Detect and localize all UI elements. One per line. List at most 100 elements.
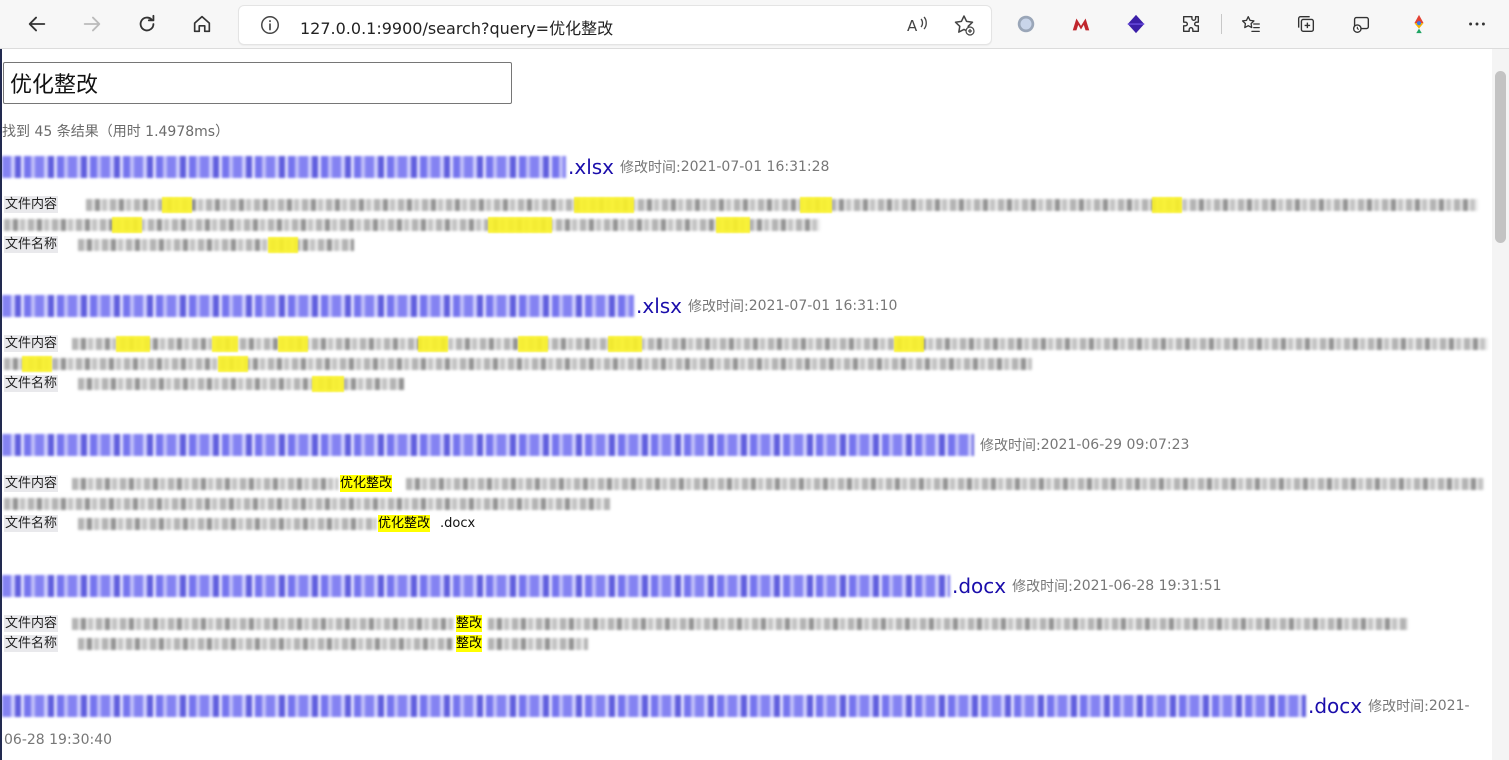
highlight <box>518 336 548 352</box>
redacted-title[interactable] <box>2 295 634 317</box>
result-item: 修改时间:2021-06-29 09:07:23 文件内容 优化整改 文件名称 … <box>2 434 1492 534</box>
content-row-2 <box>2 354 1492 374</box>
svg-text:A: A <box>907 17 918 35</box>
redacted-content <box>406 478 1484 490</box>
highlight <box>112 217 142 233</box>
extension-m-button[interactable] <box>1067 10 1095 38</box>
content-row: 文件内容 <box>2 195 1492 215</box>
highlight <box>116 336 150 352</box>
search-input[interactable] <box>3 62 512 104</box>
puzzle-icon <box>1182 15 1200 33</box>
filename-label: 文件名称 <box>4 515 59 532</box>
content-highlight: 优化整改 <box>340 475 393 492</box>
page-content: 找到 45 条结果（用时 1.4978ms） .xlsx修改时间:2021-07… <box>0 49 1492 760</box>
result-title[interactable]: 修改时间:2021-06-29 09:07:23 <box>2 434 1492 464</box>
filename-row: 文件名称 优化整改 .docx <box>2 514 1492 534</box>
content-highlight: 整改 <box>456 615 483 632</box>
redacted-filename <box>78 239 354 251</box>
scroll-thumb[interactable] <box>1495 71 1506 243</box>
mtime-label: 修改时间: <box>620 160 681 176</box>
highlight <box>218 356 248 372</box>
mtime-value: 2021-07-01 16:31:28 <box>680 159 830 175</box>
highlight <box>162 197 192 213</box>
address-url[interactable]: 127.0.0.1:9900/search?query=优化整改 <box>300 15 613 39</box>
result-item: .docx 修改时间:2021- 06-28 19:30:40 <box>2 694 1492 748</box>
result-title-ext[interactable]: .docx <box>952 574 1006 598</box>
result-item: .xlsx 修改时间:2021-07-01 16:31:10 文件内容 文件名称 <box>2 294 1492 394</box>
filename-row: 文件名称 <box>2 374 1492 394</box>
result-title[interactable]: .docx 修改时间:2021- <box>2 694 1492 724</box>
back-button[interactable] <box>20 8 54 40</box>
read-aloud-icon[interactable]: A <box>905 13 929 37</box>
profile-logo-icon <box>1414 14 1424 34</box>
filename-highlight: 整改 <box>456 635 483 652</box>
refresh-button[interactable] <box>130 8 164 40</box>
redacted-filename <box>78 638 454 650</box>
highlight <box>268 237 298 253</box>
highlight <box>418 336 448 352</box>
mtime-value: 2021-07-01 16:31:10 <box>748 298 898 314</box>
result-stats: 找到 45 条结果（用时 1.4978ms） <box>2 124 230 140</box>
redacted-content <box>488 618 1408 630</box>
filename-row: 文件名称 <box>2 235 1492 255</box>
highlight <box>716 217 750 233</box>
highlight <box>894 336 924 352</box>
filename-label: 文件名称 <box>4 236 59 253</box>
highlight <box>22 356 52 372</box>
content-label: 文件内容 <box>4 335 59 352</box>
home-button[interactable] <box>185 8 219 40</box>
redacted-title[interactable] <box>2 156 566 178</box>
result-title[interactable]: .docx 修改时间:2021-06-28 19:31:51 <box>2 574 1492 604</box>
browser-toolbar: 127.0.0.1:9900/search?query=优化整改 A <box>0 0 1509 49</box>
extension-circle-button[interactable] <box>1012 10 1040 38</box>
mtime-label: 修改时间: <box>1012 579 1073 595</box>
redacted-content <box>86 199 1478 211</box>
redacted-filename <box>488 638 588 650</box>
extension-diamond-button[interactable] <box>1122 10 1150 38</box>
result-title[interactable]: .xlsx 修改时间:2021-07-01 16:31:28 <box>2 155 1492 185</box>
content-row: 文件内容 优化整改 <box>2 474 1492 494</box>
extensions-button[interactable] <box>1177 10 1205 38</box>
mtime-value-wrapped: 06-28 19:30:40 <box>4 732 113 748</box>
redacted-title[interactable] <box>2 695 1306 717</box>
result-title-ext[interactable]: .docx <box>1308 694 1362 718</box>
filename-label: 文件名称 <box>4 635 59 652</box>
content-row: 文件内容 整改 <box>2 614 1492 634</box>
redacted-title[interactable] <box>2 575 950 597</box>
forward-button[interactable] <box>75 8 109 40</box>
result-item: .xlsx 修改时间:2021-07-01 16:31:28 文件内容 文件名称 <box>2 155 1492 255</box>
info-icon[interactable] <box>259 14 281 36</box>
mtime-label: 修改时间: <box>1368 699 1429 715</box>
more-menu-button[interactable] <box>1463 10 1491 38</box>
more-dots-icon <box>1469 22 1485 26</box>
filename-label: 文件名称 <box>4 375 59 392</box>
redacted-content <box>4 498 610 510</box>
redacted-content <box>72 618 454 630</box>
filename-row: 文件名称 整改 <box>2 634 1492 654</box>
home-icon <box>193 15 211 33</box>
performance-icon <box>1352 16 1370 33</box>
refresh-icon <box>139 14 155 32</box>
highlight <box>312 376 344 392</box>
performance-button[interactable] <box>1347 10 1375 38</box>
add-favorite-icon[interactable] <box>952 13 976 37</box>
highlight <box>1152 197 1182 213</box>
content-row-2 <box>2 215 1492 235</box>
profile-button[interactable] <box>1405 10 1433 38</box>
extension-m-icon <box>1072 18 1090 31</box>
result-title-ext[interactable]: .xlsx <box>636 294 682 318</box>
result-item: .docx 修改时间:2021-06-28 19:31:51 文件内容 整改 文件… <box>2 574 1492 654</box>
mtime-label: 修改时间: <box>688 299 749 315</box>
redacted-title[interactable] <box>2 434 974 456</box>
collections-button[interactable] <box>1292 10 1320 38</box>
favorites-button[interactable] <box>1237 10 1265 38</box>
result-title[interactable]: .xlsx 修改时间:2021-07-01 16:31:10 <box>2 294 1492 324</box>
highlight <box>212 336 238 352</box>
page-scrollbar[interactable] <box>1492 49 1509 760</box>
highlight <box>608 336 642 352</box>
result-title-ext[interactable]: .xlsx <box>568 155 614 179</box>
toolbar-separator <box>1221 14 1222 34</box>
address-bar[interactable]: 127.0.0.1:9900/search?query=优化整改 A <box>238 5 992 45</box>
redacted-filename <box>78 518 376 530</box>
highlight <box>278 336 308 352</box>
